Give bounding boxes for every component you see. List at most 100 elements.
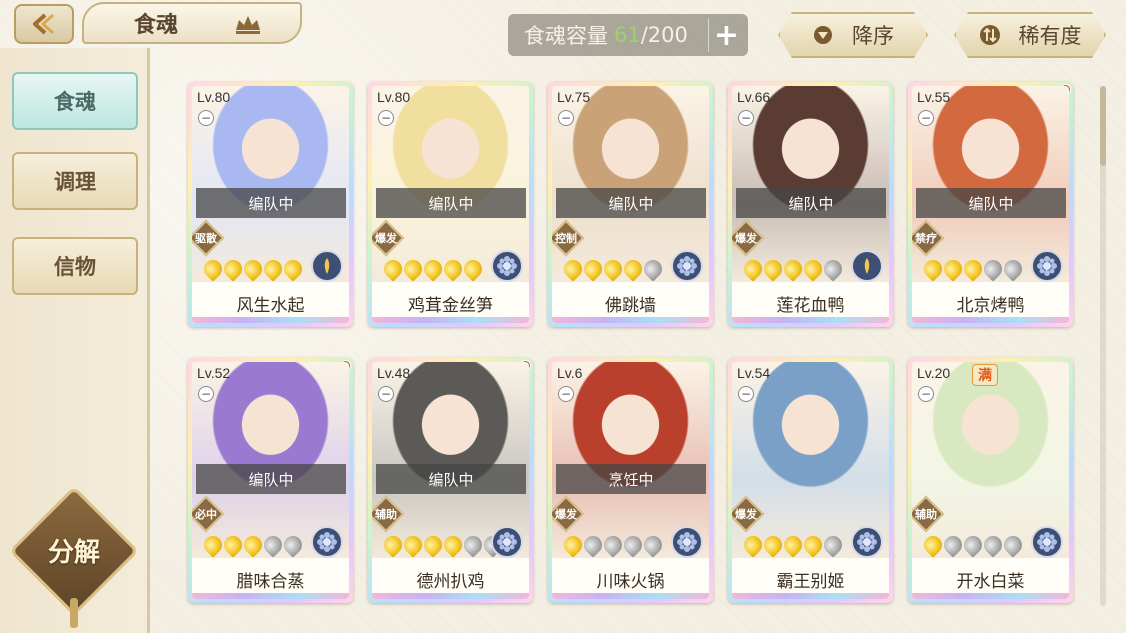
flame-star-icon (800, 532, 826, 558)
level-label: Lv.80 (377, 89, 411, 105)
card-body: Lv.80− 编队中 驱散 风生水起 (192, 86, 349, 323)
card-body: Lv.54− 爆发 霸王别姬 (732, 362, 889, 599)
card-body: Lv.55− 编队中 禁疗 北京烤鸭 (912, 86, 1069, 323)
minus-icon[interactable]: − (198, 386, 214, 402)
role-badge: 辅助 (372, 495, 405, 533)
flame-star-icon (220, 256, 246, 282)
flame-star-icon (260, 532, 286, 558)
food-soul-card[interactable]: Lv.75− 编队中 控制 佛跳墙 (548, 82, 713, 327)
sidebar-item-label: 调理 (54, 170, 96, 194)
minus-icon[interactable]: − (378, 386, 394, 402)
level-label: Lv.52 (197, 365, 231, 381)
level-label: Lv.55 (917, 89, 951, 105)
role-badge: 必中 (192, 495, 225, 533)
back-arrow-icon (33, 13, 55, 35)
minus-icon[interactable]: − (738, 386, 754, 402)
flame-star-icon (420, 256, 446, 282)
minus-icon[interactable]: − (918, 110, 934, 126)
sidebar-item-tokens[interactable]: 信物 (12, 237, 138, 295)
blue-element-icon (1031, 526, 1063, 558)
flame-star-icon (560, 532, 586, 558)
card-body: Lv.6− 烹饪中 爆发 川味火锅 (552, 362, 709, 599)
minus-icon[interactable]: − (738, 110, 754, 126)
flame-star-icon (620, 532, 646, 558)
rarity-strip (732, 317, 889, 323)
food-soul-card[interactable]: Lv.20− 满辅助 开水白菜 (908, 358, 1073, 603)
food-soul-card[interactable]: Lv.80− 编队中 爆发 鸡茸金丝笋 (368, 82, 533, 327)
sidebar-item-cultivate[interactable]: 调理 (12, 152, 138, 210)
flame-star-icon (420, 532, 446, 558)
food-soul-card[interactable]: Lv.52− 编队中 必中 腊味合蒸 (188, 358, 353, 603)
role-label: 爆发 (375, 232, 397, 245)
flame-star-icon (380, 532, 406, 558)
flame-star-icon (780, 532, 806, 558)
sort-rarity-button[interactable]: 稀有度 (954, 12, 1106, 58)
food-soul-card[interactable]: Lv.80− 编队中 驱散 风生水起 (188, 82, 353, 327)
star-rating (740, 256, 846, 282)
role-label: 控制 (555, 232, 577, 245)
flame-star-icon (980, 256, 1006, 282)
card-body: Lv.75− 编队中 控制 佛跳墙 (552, 86, 709, 323)
card-body: Lv.20− 满辅助 开水白菜 (912, 362, 1069, 599)
flame-star-icon (400, 532, 426, 558)
flame-star-icon (600, 256, 626, 282)
decompose-label[interactable]: 分解 (28, 530, 120, 570)
scroll-thumb[interactable] (1100, 86, 1106, 166)
flame-star-icon (960, 256, 986, 282)
minus-icon[interactable]: − (918, 386, 934, 402)
triangle-down-icon (812, 24, 834, 46)
status-badge: 编队中 (736, 188, 886, 218)
sort-order-label: 降序 (852, 24, 894, 48)
food-soul-card[interactable]: Lv.54− 爆发 霸王别姬 (728, 358, 893, 603)
flame-star-icon (960, 532, 986, 558)
role-label: 驱散 (195, 232, 217, 245)
food-soul-card[interactable]: Lv.6− 烹饪中 爆发 川味火锅 (548, 358, 713, 603)
food-soul-card[interactable]: Lv.55− 编队中 禁疗 北京烤鸭 (908, 82, 1073, 327)
scrollbar[interactable] (1100, 86, 1106, 606)
rarity-strip (372, 593, 529, 599)
minus-icon[interactable]: − (558, 110, 574, 126)
sort-order-button[interactable]: 降序 (778, 12, 928, 58)
level-label: Lv.80 (197, 89, 231, 105)
flame-star-icon (560, 256, 586, 282)
blue-element-icon (491, 526, 523, 558)
rarity-strip (552, 317, 709, 323)
flame-star-icon (260, 256, 286, 282)
blue-element-icon (671, 250, 703, 282)
minus-icon[interactable]: − (198, 110, 214, 126)
flame-star-icon (760, 256, 786, 282)
flame-star-icon (980, 532, 1006, 558)
flame-star-icon (740, 256, 766, 282)
food-soul-card[interactable]: Lv.66− 编队中 爆发 莲花血鸭 (728, 82, 893, 327)
minus-icon[interactable]: − (558, 386, 574, 402)
flame-star-icon (380, 256, 406, 282)
rarity-strip (192, 317, 349, 323)
add-capacity-button[interactable]: + (708, 18, 744, 53)
capacity-current: 61 (614, 23, 641, 47)
flame-star-icon (820, 256, 846, 282)
rarity-strip (912, 317, 1069, 323)
role-label: 禁疗 (915, 232, 937, 245)
flame-star-icon (740, 532, 766, 558)
rarity-strip (912, 593, 1069, 599)
role-label: 爆发 (555, 508, 577, 521)
level-label: Lv.48 (377, 365, 411, 381)
back-button[interactable] (14, 4, 74, 44)
food-soul-card[interactable]: Lv.48− 编队中 辅助 德州扒鸡 (368, 358, 533, 603)
star-rating (380, 256, 486, 282)
flame-star-icon (580, 256, 606, 282)
sidebar-item-food-souls[interactable]: 食魂 (12, 72, 138, 130)
card-body: Lv.80− 编队中 爆发 鸡茸金丝笋 (372, 86, 529, 323)
status-badge: 编队中 (376, 464, 526, 494)
role-badge: 爆发 (732, 495, 765, 533)
role-badge: 爆发 (372, 219, 405, 257)
star-rating (560, 532, 666, 558)
minus-icon[interactable]: − (378, 110, 394, 126)
role-badge: 辅助 (912, 495, 945, 533)
level-label: Lv.6 (557, 365, 583, 381)
page-title-label: 食魂 (134, 13, 179, 38)
flame-star-icon (1000, 256, 1026, 282)
sort-rarity-label: 稀有度 (1018, 24, 1082, 48)
role-badge: 爆发 (732, 219, 765, 257)
flame-star-icon (600, 532, 626, 558)
